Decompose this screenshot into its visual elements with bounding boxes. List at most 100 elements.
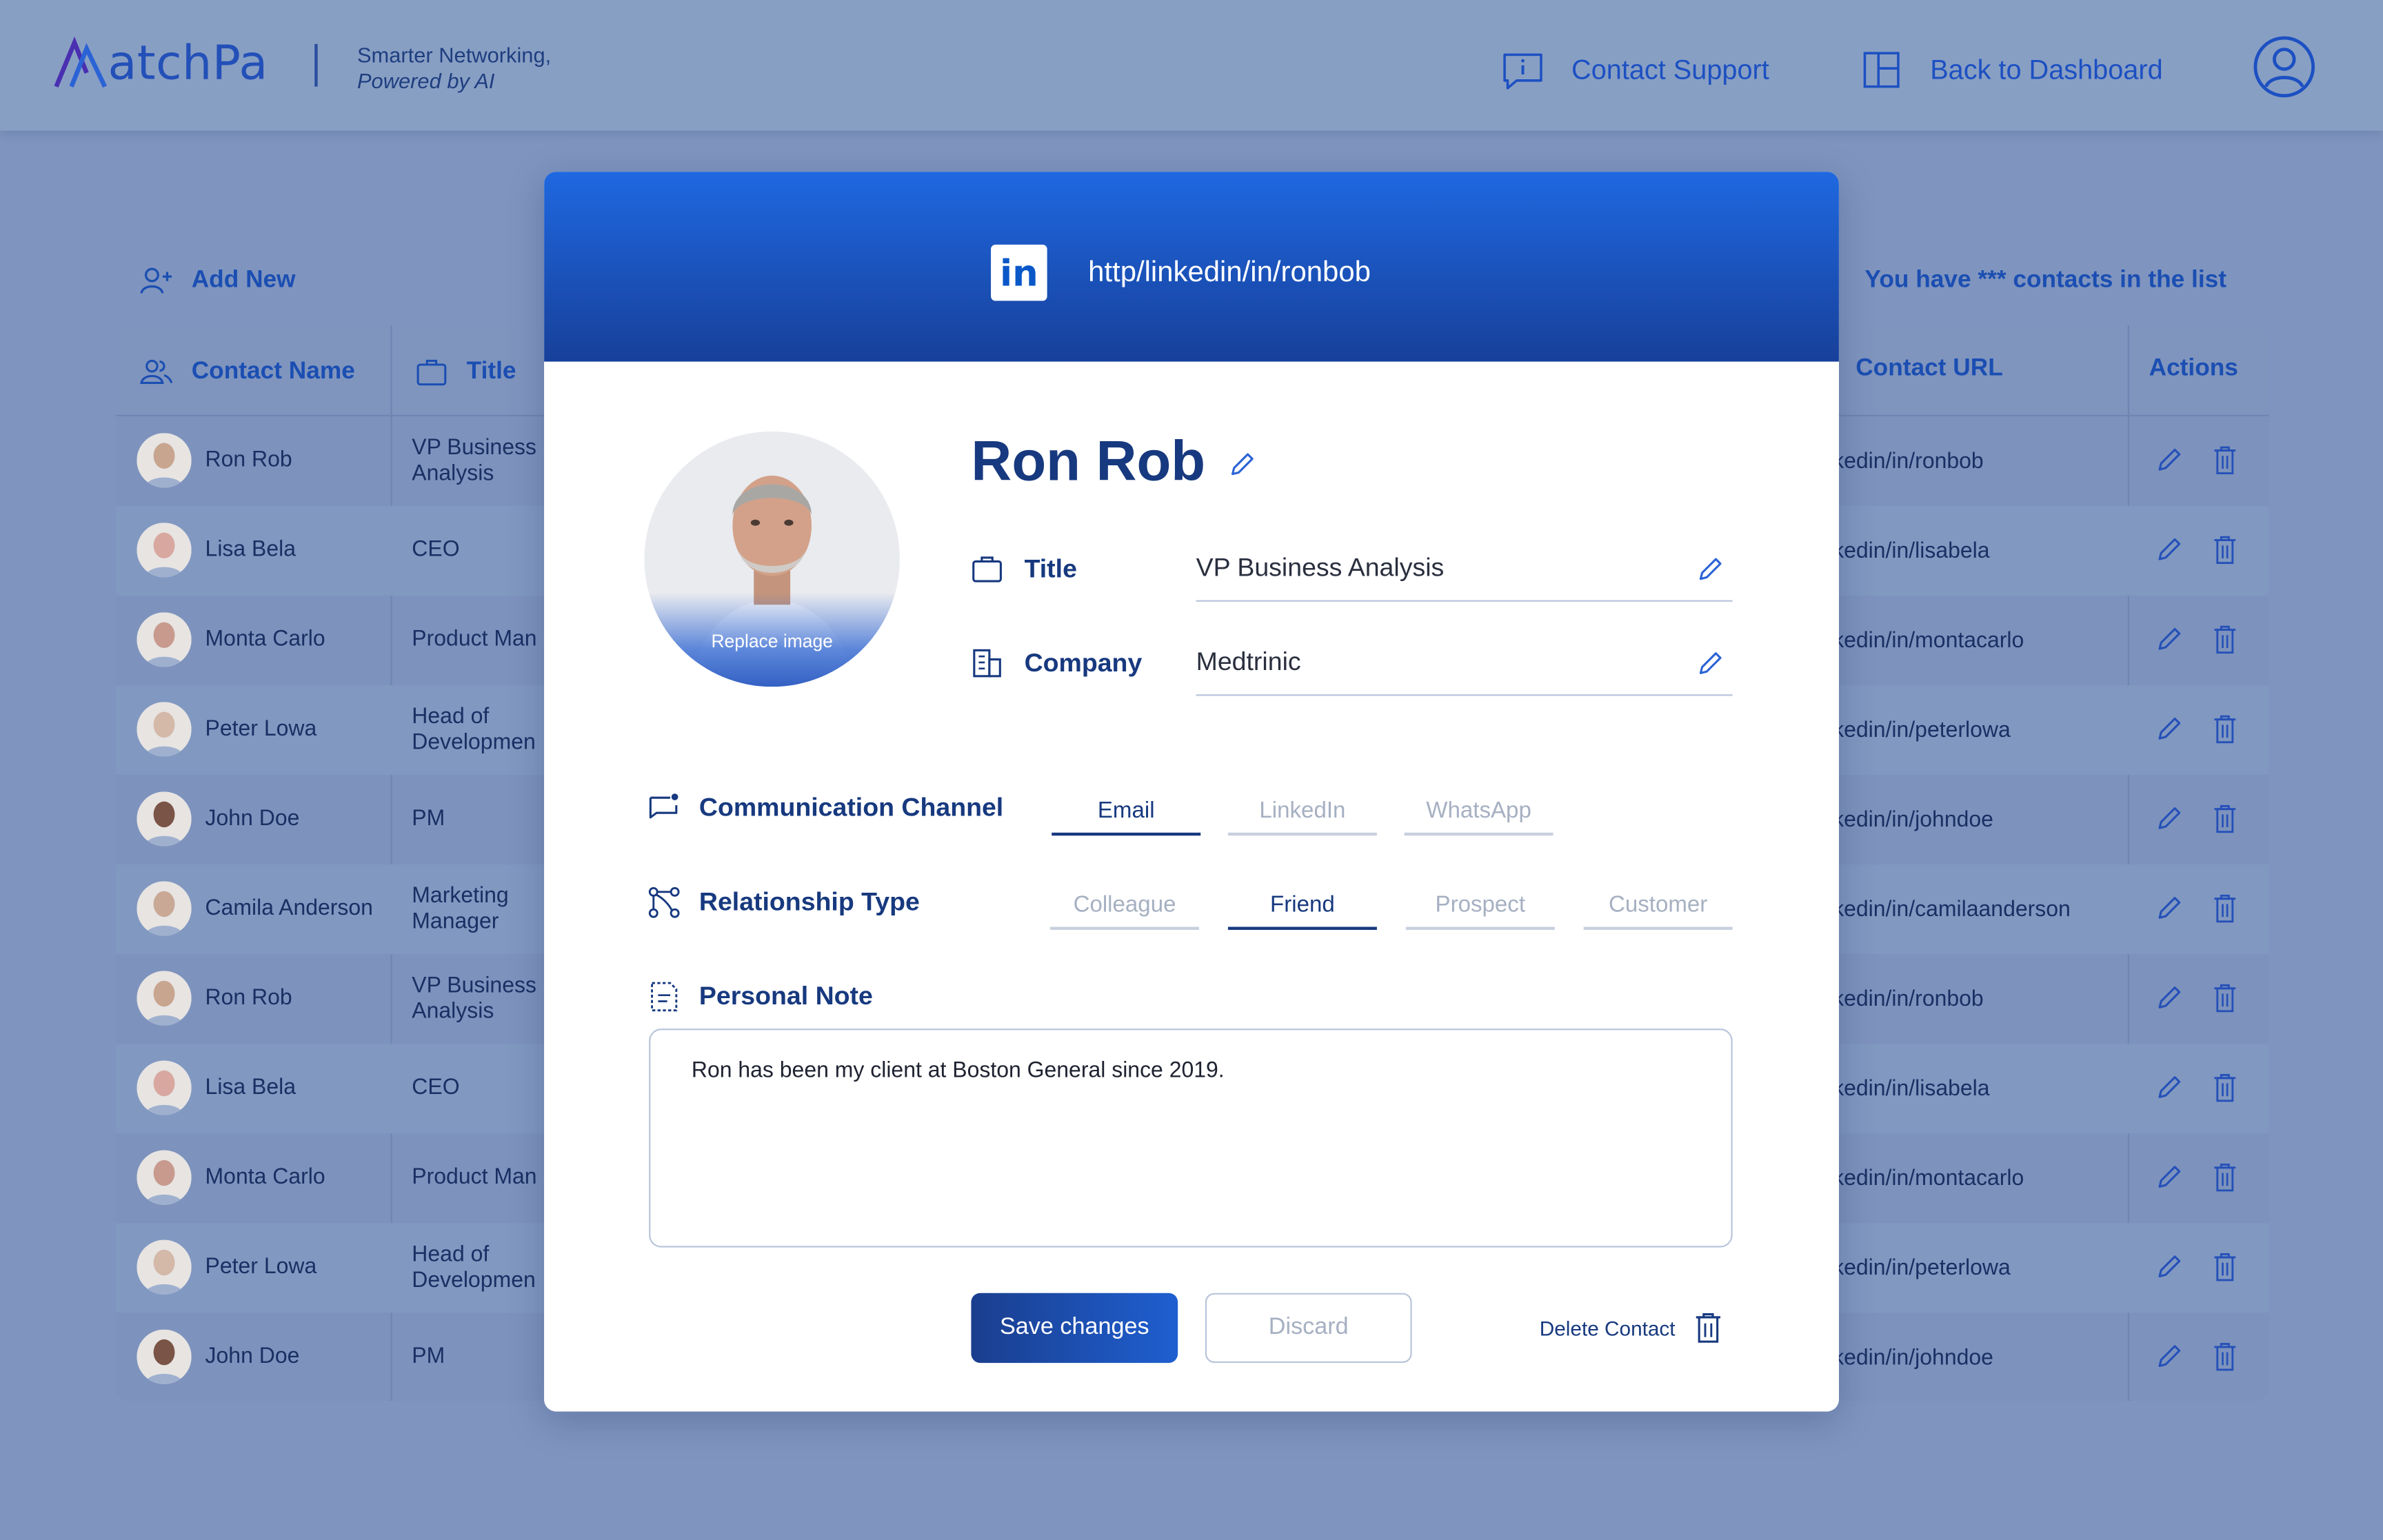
save-changes-button[interactable]: Save changes — [971, 1293, 1178, 1364]
personal-note-textarea[interactable]: Ron has been my client at Boston General… — [649, 1029, 1733, 1248]
avatar — [137, 881, 192, 936]
contacts-icon — [140, 359, 173, 384]
communication-channel-label: Communication Channel — [647, 791, 1003, 824]
linkedin-url[interactable]: http/linkedin/in/ronbob — [1088, 256, 1371, 290]
tagline-line-2: Powered by AI — [356, 68, 495, 93]
row-contact-url[interactable]: kedin/in/camilaanderson — [1833, 864, 2071, 954]
replace-image-button[interactable]: Replace image — [645, 631, 900, 652]
title-input[interactable]: VP Business Analysis — [1196, 541, 1733, 602]
row-contact-name: Monta Carlo — [205, 627, 325, 652]
row-contact-url[interactable]: kedin/in/peterlowa — [1833, 685, 2011, 775]
title-field-label: Title — [971, 553, 1077, 585]
row-contact-url[interactable]: kedin/in/ronbob — [1833, 416, 1984, 506]
relationship-option-colleague[interactable]: Colleague — [1050, 884, 1200, 930]
contact-photo[interactable]: Replace image — [644, 431, 900, 687]
edit-row-icon[interactable] — [2155, 716, 2182, 743]
avatar — [137, 612, 192, 667]
row-contact-name: Ron Rob — [205, 986, 292, 1011]
avatar — [137, 1239, 192, 1295]
communication-channel-text: Communication Channel — [698, 793, 1004, 822]
row-contact-name: Peter Lowa — [205, 717, 317, 742]
delete-contact-button[interactable]: Delete Contact — [1540, 1311, 1724, 1344]
channel-option-email[interactable]: Email — [1052, 790, 1201, 836]
avatar — [137, 1060, 192, 1115]
add-new-button[interactable]: Add New — [139, 263, 296, 299]
modal-header: in http/linkedin/in/ronbob — [544, 172, 1839, 362]
row-title: Head of Developmen — [412, 704, 536, 755]
row-contact-name: Lisa Bela — [205, 538, 296, 563]
delete-row-icon[interactable] — [2213, 1252, 2237, 1282]
edit-company-icon[interactable] — [1696, 650, 1724, 678]
avatar — [137, 433, 192, 488]
edit-row-icon[interactable] — [2155, 1164, 2182, 1191]
column-header-actions-label: Actions — [2149, 355, 2238, 382]
logo-divider — [314, 43, 318, 87]
delete-row-icon[interactable] — [2213, 1073, 2237, 1103]
edit-contact-modal: in http/linkedin/in/ronbob Replace image… — [544, 172, 1839, 1412]
row-title: PM — [412, 1344, 445, 1369]
edit-row-icon[interactable] — [2155, 1253, 2182, 1281]
tagline: Smarter Networking, Powered by AI — [357, 43, 551, 94]
relationship-option-customer[interactable]: Customer — [1583, 884, 1733, 930]
contact-support-link[interactable]: Contact Support — [1502, 49, 1769, 92]
contact-name: Ron Rob — [971, 429, 1206, 493]
delete-row-icon[interactable] — [2213, 445, 2237, 476]
edit-title-icon[interactable] — [1696, 556, 1724, 584]
app-screen: atchPa Smarter Networking, Powered by AI… — [0, 0, 2383, 1540]
row-contact-name: Peter Lowa — [205, 1255, 317, 1279]
note-icon — [651, 982, 678, 1012]
row-contact-url[interactable]: kedin/in/johndoe — [1833, 775, 1993, 864]
company-field-label: Company — [971, 647, 1142, 679]
avatar — [137, 1329, 192, 1384]
channel-option-linkedin[interactable]: LinkedIn — [1227, 790, 1377, 836]
briefcase-icon — [416, 359, 447, 386]
relationship-type-label: Relationship Type — [647, 886, 920, 919]
edit-row-icon[interactable] — [2155, 895, 2182, 922]
row-contact-url[interactable]: kedin/in/ronbob — [1833, 954, 1984, 1044]
delete-row-icon[interactable] — [2213, 893, 2237, 924]
delete-row-icon[interactable] — [2213, 535, 2237, 565]
dashboard-icon — [1863, 52, 1900, 88]
edit-name-icon[interactable] — [1228, 452, 1256, 479]
delete-row-icon[interactable] — [2213, 625, 2237, 655]
edit-row-icon[interactable] — [2155, 1343, 2182, 1370]
column-header-url[interactable]: Contact URL — [1856, 356, 2003, 383]
app-logo[interactable]: atchPa — [53, 37, 268, 91]
delete-row-icon[interactable] — [2213, 1162, 2237, 1193]
row-title: CEO — [412, 1075, 460, 1100]
relationship-option-prospect[interactable]: Prospect — [1405, 884, 1555, 930]
edit-row-icon[interactable] — [2155, 626, 2182, 654]
row-contact-url[interactable]: kedin/in/lisabela — [1833, 1044, 1989, 1133]
row-title: Marketing Manager — [412, 883, 509, 934]
row-contact-url[interactable]: kedin/in/peterlowa — [1833, 1223, 2011, 1313]
back-to-dashboard-link[interactable]: Back to Dashboard — [1860, 49, 2163, 92]
column-header-title-label: Title — [466, 358, 516, 385]
row-contact-url[interactable]: kedin/in/johndoe — [1833, 1313, 1993, 1401]
edit-row-icon[interactable] — [2155, 1074, 2182, 1102]
delete-row-icon[interactable] — [2213, 1341, 2237, 1372]
avatar — [137, 523, 192, 578]
row-contact-name: Camila Anderson — [205, 896, 373, 921]
relationship-option-friend[interactable]: Friend — [1227, 884, 1377, 930]
relationship-graph-icon — [648, 886, 680, 918]
row-title: VP Business Analysis — [412, 973, 536, 1024]
edit-row-icon[interactable] — [2155, 984, 2182, 1012]
edit-row-icon[interactable] — [2155, 447, 2182, 474]
row-contact-url[interactable]: kedin/in/montacarlo — [1833, 1133, 2024, 1223]
edit-row-icon[interactable] — [2155, 805, 2182, 833]
building-icon — [973, 649, 1001, 678]
delete-row-icon[interactable] — [2213, 804, 2237, 834]
row-contact-url[interactable]: kedin/in/montacarlo — [1833, 596, 2024, 685]
delete-row-icon[interactable] — [2213, 983, 2237, 1013]
edit-row-icon[interactable] — [2155, 536, 2182, 564]
column-header-name[interactable]: Contact Name — [140, 356, 355, 389]
column-header-title[interactable]: Title — [415, 356, 516, 389]
row-contact-url[interactable]: kedin/in/lisabela — [1833, 506, 1989, 596]
user-profile-icon[interactable] — [2252, 35, 2316, 99]
relationship-type-text: Relationship Type — [698, 887, 920, 917]
title-input-value: VP Business Analysis — [1196, 553, 1445, 582]
delete-row-icon[interactable] — [2213, 714, 2237, 744]
discard-button[interactable]: Discard — [1205, 1293, 1412, 1364]
channel-option-whatsapp[interactable]: WhatsApp — [1404, 790, 1554, 836]
company-input[interactable]: Medtrinic — [1196, 635, 1733, 696]
